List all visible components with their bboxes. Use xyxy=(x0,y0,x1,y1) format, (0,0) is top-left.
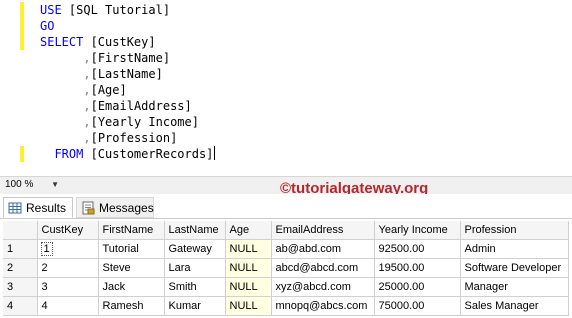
column-header[interactable]: CustKey xyxy=(37,221,99,240)
table-cell[interactable]: xyz@abcd.com xyxy=(271,277,375,297)
table-cell[interactable]: 75000.00 xyxy=(374,296,461,316)
code-line: ,[EmailAddress] xyxy=(40,98,215,114)
code-line: GO xyxy=(40,18,215,34)
row-number-cell[interactable]: 1 xyxy=(3,239,38,259)
zoom-value: 100 % xyxy=(5,179,34,190)
code-line: ,[Yearly Income] xyxy=(40,114,215,130)
sql-code[interactable]: USE [SQL Tutorial] GO SELECT [CustKey] ,[F… xyxy=(40,2,216,162)
table-cell[interactable]: 25000.00 xyxy=(374,277,461,297)
code-line: USE [SQL Tutorial] xyxy=(40,2,215,18)
column-header[interactable]: Age xyxy=(225,221,272,240)
code-line: SELECT [CustKey] xyxy=(40,34,215,50)
row-number-header[interactable] xyxy=(3,221,38,240)
query-editor[interactable]: USE [SQL Tutorial] GO SELECT [CustKey] ,[F… xyxy=(0,0,572,176)
column-header[interactable]: LastName xyxy=(164,221,226,240)
sql-token: , xyxy=(83,99,91,113)
table-cell[interactable]: 3 xyxy=(37,277,99,297)
null-cell[interactable]: NULL xyxy=(225,258,272,278)
sql-token: , xyxy=(83,51,91,65)
table-cell[interactable]: Steve xyxy=(98,258,165,278)
code-line: ,[Age] xyxy=(40,82,215,98)
sql-token: , xyxy=(83,83,91,97)
results-grid[interactable]: CustKey FirstName LastName Age EmailAddress Y… xyxy=(3,221,569,318)
column-header[interactable]: Profession xyxy=(460,221,569,240)
sql-token: [CustomerRecords] xyxy=(90,147,214,161)
sql-token: [Age] xyxy=(90,83,127,97)
table-row[interactable]: 1 1 Tutorial Gateway NULL ab@abd.com 92500.00 A… xyxy=(3,239,569,259)
table-cell[interactable]: Smith xyxy=(164,277,226,297)
table-cell[interactable]: 1 xyxy=(37,239,99,259)
table-cell[interactable]: ab@abd.com xyxy=(271,239,375,259)
sql-keyword: USE xyxy=(40,3,69,17)
zoom-dropdown[interactable]: 100 % ▼ xyxy=(3,178,61,192)
tab-messages-label: Messages xyxy=(99,201,154,215)
column-header[interactable]: EmailAddress xyxy=(271,221,375,240)
table-cell[interactable]: Sales Manager xyxy=(460,296,569,316)
sql-token: [LastName] xyxy=(90,67,163,81)
table-cell[interactable]: Kumar xyxy=(164,296,226,316)
table-cell[interactable]: mnopq@abcs.com xyxy=(271,296,375,316)
selected-cell-value: 1 xyxy=(40,242,53,256)
null-cell[interactable]: NULL xyxy=(225,296,272,316)
table-cell[interactable]: Ramesh xyxy=(98,296,165,316)
tab-results-label: Results xyxy=(26,201,67,215)
code-line: ,[FirstName] xyxy=(40,50,215,66)
sql-token: , xyxy=(83,115,91,129)
sql-token: , xyxy=(83,131,91,145)
sql-token: [FirstName] xyxy=(90,51,171,65)
null-cell[interactable]: NULL xyxy=(225,239,272,259)
row-number-cell[interactable]: 4 xyxy=(3,296,38,316)
null-cell[interactable]: NULL xyxy=(225,277,272,297)
table-cell[interactable]: Admin xyxy=(460,239,569,259)
table-cell[interactable]: Lara xyxy=(164,258,226,278)
results-grid-icon xyxy=(8,202,22,214)
table-cell[interactable]: 2 xyxy=(37,258,99,278)
sql-keyword: SELECT xyxy=(40,35,91,49)
column-header[interactable]: FirstName xyxy=(98,221,165,240)
row-number-cell[interactable]: 2 xyxy=(3,258,38,278)
table-cell[interactable]: abcd@abcd.com xyxy=(271,258,375,278)
sql-token: [Profession] xyxy=(90,131,178,145)
table-cell[interactable]: 19500.00 xyxy=(374,258,461,278)
code-line: ,[LastName] xyxy=(40,66,215,82)
sql-keyword: GO xyxy=(40,19,55,33)
text-caret xyxy=(214,146,216,160)
sql-token: [SQL Tutorial] xyxy=(68,3,171,17)
table-cell[interactable]: Software Developer xyxy=(460,258,569,278)
editor-gutter xyxy=(0,0,20,176)
table-cell[interactable]: Jack xyxy=(98,277,165,297)
table-cell[interactable]: 4 xyxy=(37,296,99,316)
sql-token: [EmailAddress] xyxy=(90,99,192,113)
tab-messages[interactable]: Messages xyxy=(76,197,154,218)
code-line: FROM [CustomerRecords] xyxy=(40,146,216,162)
change-marker xyxy=(20,2,24,50)
table-row[interactable]: 2 2 Steve Lara NULL abcd@abcd.com 19500.00 Soft… xyxy=(3,258,569,278)
table-cell[interactable]: Manager xyxy=(460,277,569,297)
table-cell[interactable]: Gateway xyxy=(164,239,226,259)
change-marker xyxy=(20,146,24,162)
column-header[interactable]: Yearly Income xyxy=(374,221,461,240)
sql-keyword: FROM xyxy=(40,147,91,161)
sql-token: , xyxy=(83,67,91,81)
chevron-down-icon: ▼ xyxy=(51,180,59,189)
column-header-row: CustKey FirstName LastName Age EmailAddress Y… xyxy=(3,221,569,240)
results-tabs: Results Messages xyxy=(0,194,572,219)
table-row[interactable]: 4 4 Ramesh Kumar NULL mnopq@abcs.com 75000.00 S… xyxy=(3,296,569,316)
messages-icon xyxy=(82,201,95,215)
table-row[interactable]: 3 3 Jack Smith NULL xyz@abcd.com 25000.00 Manag… xyxy=(3,277,569,297)
table-cell[interactable]: Tutorial xyxy=(98,239,165,259)
row-number-cell[interactable]: 3 xyxy=(3,277,38,297)
tab-results[interactable]: Results xyxy=(3,197,73,218)
results-table: CustKey FirstName LastName Age EmailAddress Y… xyxy=(3,221,569,316)
sql-token: [Yearly Income] xyxy=(90,115,199,129)
code-line: ,[Profession] xyxy=(40,130,215,146)
table-cell[interactable]: 92500.00 xyxy=(374,239,461,259)
sql-token: [CustKey] xyxy=(90,35,156,49)
